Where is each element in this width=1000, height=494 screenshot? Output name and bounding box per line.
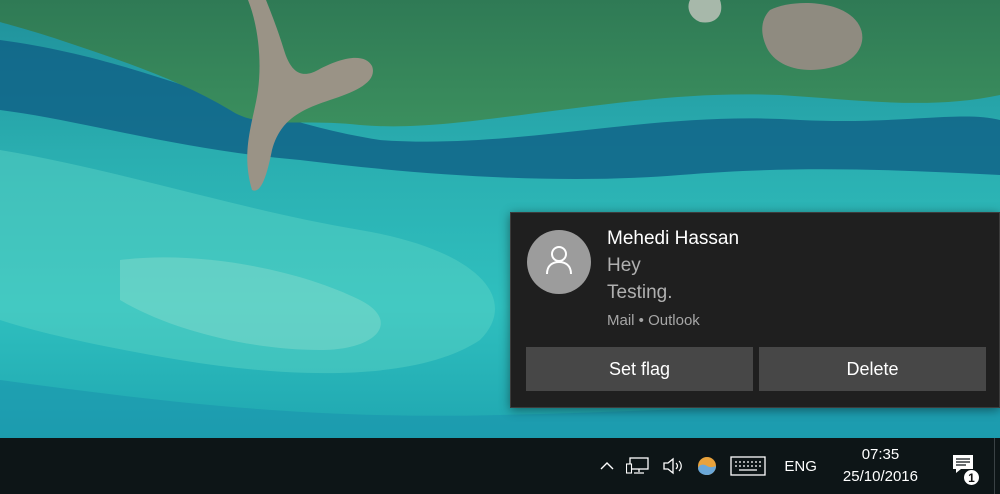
- network-icon[interactable]: [620, 438, 656, 494]
- notification-sender: Mehedi Hassan: [607, 228, 740, 249]
- weather-icon[interactable]: [690, 438, 724, 494]
- volume-icon[interactable]: [656, 438, 690, 494]
- sender-avatar: [527, 230, 591, 294]
- input-language-indicator[interactable]: ENG: [772, 438, 829, 494]
- person-icon: [545, 245, 573, 280]
- notification-subject: Hey: [607, 255, 641, 276]
- clock-date: 25/10/2016: [842, 468, 918, 485]
- clock-time: 07:35: [861, 446, 900, 463]
- chevron-up-icon[interactable]: [594, 438, 620, 494]
- set-flag-button[interactable]: Set flag: [526, 347, 753, 391]
- notification-actions: Set flag Delete: [526, 347, 986, 391]
- taskbar: ENG 07:35 25/10/2016 1: [0, 438, 1000, 494]
- notification-count-badge: 1: [963, 469, 980, 486]
- mail-notification-toast[interactable]: Mehedi Hassan Hey Testing. Mail • Outloo…: [510, 212, 1000, 408]
- taskbar-clock[interactable]: 07:35 25/10/2016: [829, 438, 932, 494]
- keyboard-icon[interactable]: [724, 438, 772, 494]
- delete-button[interactable]: Delete: [759, 347, 986, 391]
- notification-source: Mail • Outlook: [607, 312, 700, 329]
- action-center-button[interactable]: 1: [932, 438, 994, 494]
- show-desktop-button[interactable]: [994, 438, 1000, 494]
- system-tray: ENG 07:35 25/10/2016 1: [594, 438, 1000, 494]
- notification-body: Testing.: [607, 282, 673, 303]
